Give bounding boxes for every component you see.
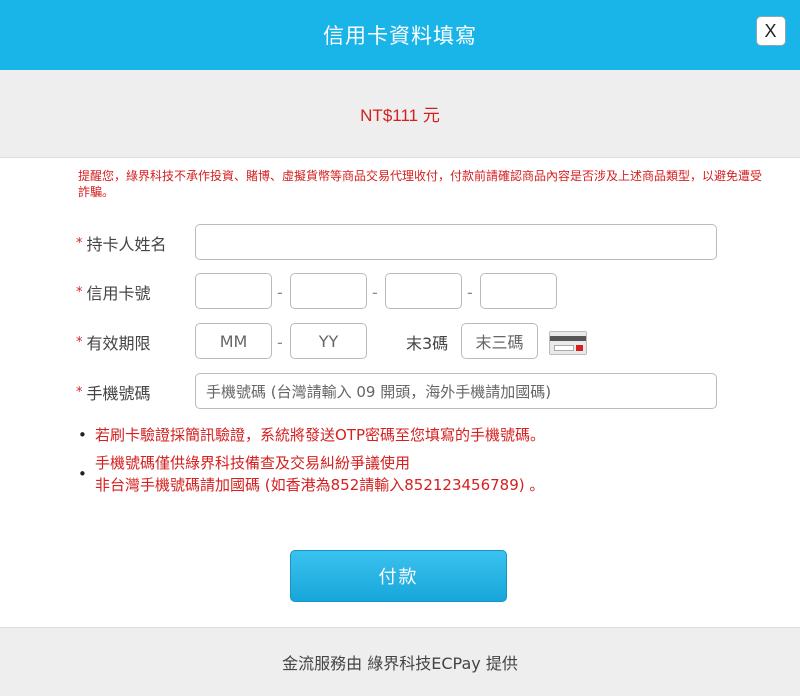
info-notes: • 若刷卡驗證採簡訊驗證，系統將發送OTP密碼至您填寫的手機號碼。 • 手機號碼… [78,424,778,502]
footer-text: 金流服務由 綠界科技ECPay 提供 [282,654,518,673]
cardholder-row: * 持卡人姓名 [0,224,800,262]
payment-amount: NT$111 元 [360,106,440,125]
expiry-label: * 有效期限 [76,334,151,353]
required-mark: * [76,284,83,300]
dialog-title: 信用卡資料填寫 [323,24,477,48]
card-number-separator: - [277,282,283,302]
card-number-part-3[interactable] [385,273,462,309]
card-number-separator: - [372,282,378,302]
dialog-header: 信用卡資料填寫 X [0,0,800,70]
card-number-part-2[interactable] [290,273,367,309]
bullet: • [78,426,87,444]
required-mark: * [76,384,83,400]
expiry-row: * 有效期限 MM - YY 末3碼 末三碼 [0,323,800,361]
phone-label: * 手機號碼 [76,384,151,403]
amount-bar: NT$111 元 [0,70,800,158]
required-mark: * [76,334,83,350]
card-number-part-4[interactable] [480,273,557,309]
phone-row: * 手機號碼 手機號碼 (台灣請輸入 09 開頭，海外手機請加國碼) [0,373,800,411]
cvv-label: 末3碼 [406,334,449,353]
phone-usage-note: • 手機號碼僅供綠界科技備查及交易糾紛爭議使用 非台灣手機號碼請加國碼 (如香港… [78,454,545,494]
bullet: • [78,465,87,483]
pay-button[interactable]: 付款 [290,550,507,602]
close-button[interactable]: X [756,16,786,46]
expiry-year-input[interactable]: YY [290,323,367,359]
card-number-separator: - [467,282,473,302]
cvv-input[interactable]: 末三碼 [461,323,538,359]
card-back-icon [549,331,587,355]
footer: 金流服務由 綠界科技ECPay 提供 [0,627,800,696]
required-mark: * [76,235,83,251]
fraud-notice: 提醒您，綠界科技不承作投資、賭博、虛擬貨幣等商品交易代理收付，付款前請確認商品內… [78,169,763,199]
cardholder-label: * 持卡人姓名 [76,235,167,254]
cardholder-input[interactable] [195,224,717,260]
card-number-part-1[interactable] [195,273,272,309]
card-number-row: * 信用卡號 - - - [0,273,800,311]
otp-note: • 若刷卡驗證採簡訊驗證，系統將發送OTP密碼至您填寫的手機號碼。 [78,426,546,444]
expiry-month-input[interactable]: MM [195,323,272,359]
card-number-label: * 信用卡號 [76,284,151,303]
phone-input[interactable]: 手機號碼 (台灣請輸入 09 開頭，海外手機請加國碼) [195,373,717,409]
expiry-separator: - [277,332,283,352]
